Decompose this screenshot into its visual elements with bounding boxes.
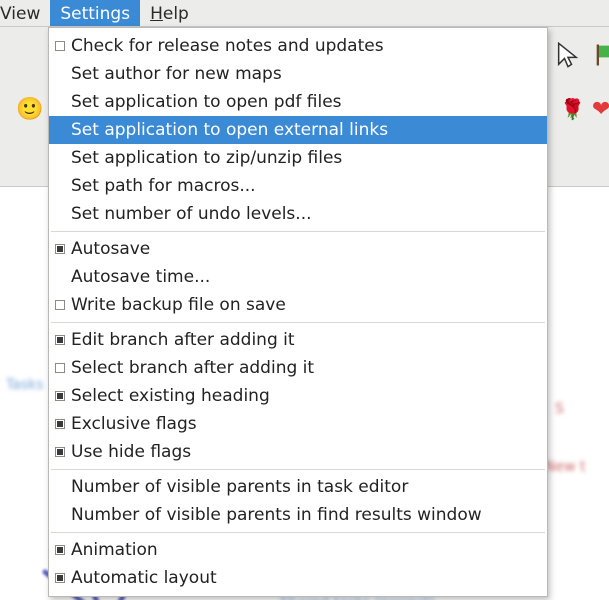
- canvas-node: Tasks: [6, 377, 44, 393]
- menu-item-label: Select existing heading: [71, 386, 537, 406]
- menu-item-exclusive-flags[interactable]: Exclusive flags: [49, 410, 547, 438]
- menu-item-autosave[interactable]: Autosave: [49, 235, 547, 263]
- menu-item-label: Write backup file on save: [71, 295, 537, 315]
- settings-menu: Check for release notes and updates Set …: [48, 27, 548, 597]
- menu-item-edit-branch-after-add[interactable]: Edit branch after adding it: [49, 326, 547, 354]
- menu-item-set-author[interactable]: Set author for new maps: [49, 60, 547, 88]
- menu-item-visible-parents-find[interactable]: Number of visible parents in find result…: [49, 501, 547, 529]
- flag-green-icon[interactable]: [592, 41, 609, 69]
- spacer-icon: [53, 179, 67, 193]
- smiley-icon[interactable]: 🙂: [16, 97, 43, 122]
- spacer-icon: [53, 270, 67, 284]
- menu-separator: [51, 532, 545, 533]
- menu-item-label: Animation: [71, 540, 537, 560]
- checkbox-icon: [53, 361, 67, 375]
- menu-item-label: Number of visible parents in task editor: [71, 477, 537, 497]
- menu-item-set-undo-levels[interactable]: Set number of undo levels...: [49, 200, 547, 228]
- menu-item-automatic-layout[interactable]: Automatic layout: [49, 564, 547, 592]
- menu-item-set-external-links-app[interactable]: Set application to open external links: [49, 116, 547, 144]
- checkbox-icon: [53, 298, 67, 312]
- menu-item-write-backup[interactable]: Write backup file on save: [49, 291, 547, 319]
- menu-item-select-branch-after-add[interactable]: Select branch after adding it: [49, 354, 547, 382]
- spacer-icon: [53, 508, 67, 522]
- menu-help[interactable]: Help: [140, 0, 199, 26]
- cursor-icon[interactable]: [554, 41, 582, 69]
- menu-item-select-existing-heading[interactable]: Select existing heading: [49, 382, 547, 410]
- canvas-node: S: [555, 401, 564, 417]
- spacer-icon: [53, 95, 67, 109]
- menu-item-label: Automatic layout: [71, 568, 537, 588]
- checkbox-icon: [53, 39, 67, 53]
- menu-item-label: Set application to open external links: [71, 120, 537, 140]
- checkbox-icon: [53, 543, 67, 557]
- menu-item-animation[interactable]: Animation: [49, 536, 547, 564]
- menu-item-label: Edit branch after adding it: [71, 330, 537, 350]
- spacer-icon: [53, 123, 67, 137]
- menu-item-label: Use hide flags: [71, 442, 537, 462]
- menu-item-set-macro-path[interactable]: Set path for macros...: [49, 172, 547, 200]
- menu-separator: [51, 231, 545, 232]
- checkbox-icon: [53, 571, 67, 585]
- menu-item-label: Set number of undo levels...: [71, 204, 537, 224]
- menu-item-check-updates[interactable]: Check for release notes and updates: [49, 32, 547, 60]
- spacer-icon: [53, 207, 67, 221]
- menu-item-label: Check for release notes and updates: [71, 36, 537, 56]
- menu-help-rest: elp: [163, 4, 189, 24]
- menu-item-label: Set path for macros...: [71, 176, 537, 196]
- menu-help-ul: H: [150, 4, 163, 24]
- checkbox-icon: [53, 389, 67, 403]
- menu-item-label: Set author for new maps: [71, 64, 537, 84]
- checkbox-icon: [53, 417, 67, 431]
- menu-item-use-hide-flags[interactable]: Use hide flags: [49, 438, 547, 466]
- menu-item-label: Set application to open pdf files: [71, 92, 537, 112]
- menu-item-label: Number of visible parents in find result…: [71, 505, 537, 525]
- menu-item-label: Autosave: [71, 239, 537, 259]
- menu-item-set-pdf-app[interactable]: Set application to open pdf files: [49, 88, 547, 116]
- spacer-icon: [53, 480, 67, 494]
- heart-icon[interactable]: ❤: [592, 97, 609, 122]
- checkbox-icon: [53, 445, 67, 459]
- menu-bar: View Settings Help: [0, 0, 609, 27]
- menu-separator: [51, 469, 545, 470]
- menu-item-visible-parents-task[interactable]: Number of visible parents in task editor: [49, 473, 547, 501]
- menu-item-label: Set application to zip/unzip files: [71, 148, 537, 168]
- menu-item-label: Exclusive flags: [71, 414, 537, 434]
- menu-view[interactable]: View: [0, 0, 50, 26]
- checkbox-icon: [53, 242, 67, 256]
- checkbox-icon: [53, 333, 67, 347]
- canvas-node: New t: [545, 459, 585, 475]
- menu-item-set-zip-app[interactable]: Set application to zip/unzip files: [49, 144, 547, 172]
- menu-separator: [51, 322, 545, 323]
- rose-icon[interactable]: 🌹: [560, 97, 585, 121]
- spacer-icon: [53, 67, 67, 81]
- menu-settings[interactable]: Settings: [50, 0, 140, 26]
- menu-item-label: Autosave time...: [71, 267, 537, 287]
- spacer-icon: [53, 151, 67, 165]
- menu-item-autosave-time[interactable]: Autosave time...: [49, 263, 547, 291]
- menu-item-label: Select branch after adding it: [71, 358, 537, 378]
